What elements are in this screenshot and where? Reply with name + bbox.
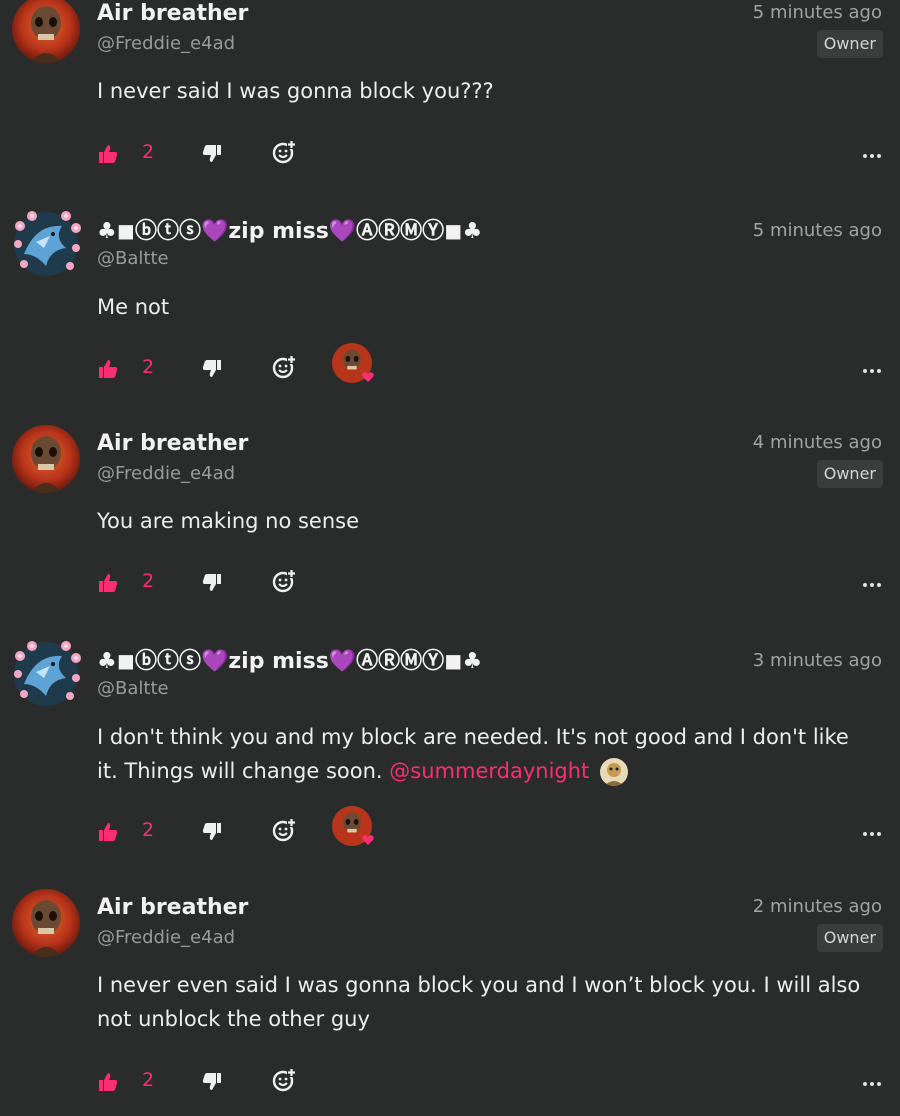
timestamp: 3 minutes ago — [752, 650, 882, 671]
comment-text-line: it. Things will change soon. @summerdayn… — [97, 754, 887, 788]
more-options-icon[interactable] — [862, 573, 882, 592]
like-icon[interactable] — [98, 573, 118, 597]
like-count: 2 — [142, 819, 155, 841]
author-name[interactable]: Air breather — [97, 0, 248, 28]
avatar[interactable] — [6, 204, 86, 284]
more-options-icon[interactable] — [862, 359, 882, 378]
timestamp: 4 minutes ago — [752, 432, 882, 453]
comment-text: I don't think you and my block are neede… — [97, 720, 887, 788]
like-count: 2 — [142, 570, 155, 592]
timestamp: 5 minutes ago — [752, 2, 882, 23]
mentioned-user-avatar[interactable] — [599, 758, 628, 786]
author-name[interactable]: Air breather — [97, 894, 248, 922]
add-reaction-icon[interactable] — [272, 355, 296, 383]
avatar[interactable] — [6, 634, 86, 714]
comment-text-line: I don't think you and my block are neede… — [97, 725, 849, 749]
like-icon[interactable] — [98, 822, 118, 846]
add-reaction-icon[interactable] — [272, 818, 296, 846]
more-options-icon[interactable] — [862, 822, 882, 841]
author-handle[interactable]: @Freddie_e4ad — [97, 33, 235, 55]
comment-text-line: I never even said I was gonna block you … — [97, 973, 861, 997]
add-reaction-icon[interactable] — [272, 569, 296, 597]
comment-actions: 2 — [0, 806, 900, 852]
author-name[interactable]: ♣◼ⓑⓣⓢ💜zip miss💜ⒶⓇⓂⓎ◼♣ — [97, 648, 482, 676]
comment-actions: 2 — [0, 563, 900, 603]
comment-text: I never even said I was gonna block you … — [97, 968, 887, 1036]
comment-actions: 2 — [0, 134, 900, 174]
comment-text: I never said I was gonna block you??? — [97, 79, 494, 103]
dislike-icon[interactable] — [202, 1072, 222, 1096]
like-icon[interactable] — [98, 1072, 118, 1096]
comment-actions: 2 — [0, 1062, 900, 1102]
author-handle[interactable]: @Baltte — [97, 678, 169, 700]
dislike-icon[interactable] — [202, 822, 222, 846]
reactor-avatar[interactable] — [332, 806, 374, 848]
heart-icon — [362, 372, 374, 382]
author-name[interactable]: Air breather — [97, 430, 248, 458]
user-mention-link[interactable]: @summerdaynight — [389, 759, 589, 783]
author-name[interactable]: ♣◼ⓑⓣⓢ💜zip miss💜ⒶⓇⓂⓎ◼♣ — [97, 218, 482, 246]
more-options-icon[interactable] — [862, 144, 882, 163]
owner-badge: Owner — [816, 30, 883, 58]
comment-actions: 2 — [0, 343, 900, 389]
comment-text: You are making no sense — [97, 509, 360, 533]
dislike-icon[interactable] — [202, 573, 222, 597]
dislike-icon[interactable] — [202, 359, 222, 383]
like-count: 2 — [142, 1069, 155, 1091]
add-reaction-icon[interactable] — [272, 140, 296, 168]
more-options-icon[interactable] — [862, 1072, 882, 1091]
author-handle[interactable]: @Baltte — [97, 248, 169, 270]
comment-text-fragment: it. Things will change soon. — [97, 759, 383, 783]
like-count: 2 — [142, 141, 155, 163]
comment-text: Me not — [97, 295, 170, 319]
like-icon[interactable] — [98, 359, 118, 383]
like-count: 2 — [142, 356, 155, 378]
timestamp: 2 minutes ago — [752, 896, 882, 917]
comment-text-line: not unblock the other guy — [97, 1007, 370, 1031]
heart-icon — [362, 835, 374, 845]
author-handle[interactable]: @Freddie_e4ad — [97, 927, 235, 949]
avatar[interactable] — [12, 0, 80, 63]
like-icon[interactable] — [98, 144, 118, 168]
timestamp: 5 minutes ago — [752, 220, 882, 241]
reactor-avatar[interactable] — [332, 343, 374, 385]
author-handle[interactable]: @Freddie_e4ad — [97, 463, 235, 485]
add-reaction-icon[interactable] — [272, 1068, 296, 1096]
owner-badge: Owner — [816, 924, 883, 952]
avatar[interactable] — [12, 425, 80, 493]
avatar[interactable] — [12, 889, 80, 957]
dislike-icon[interactable] — [202, 144, 222, 168]
owner-badge: Owner — [816, 460, 883, 488]
comment-feed: Air breather @Freddie_e4ad 5 minutes ago… — [0, 0, 900, 1116]
